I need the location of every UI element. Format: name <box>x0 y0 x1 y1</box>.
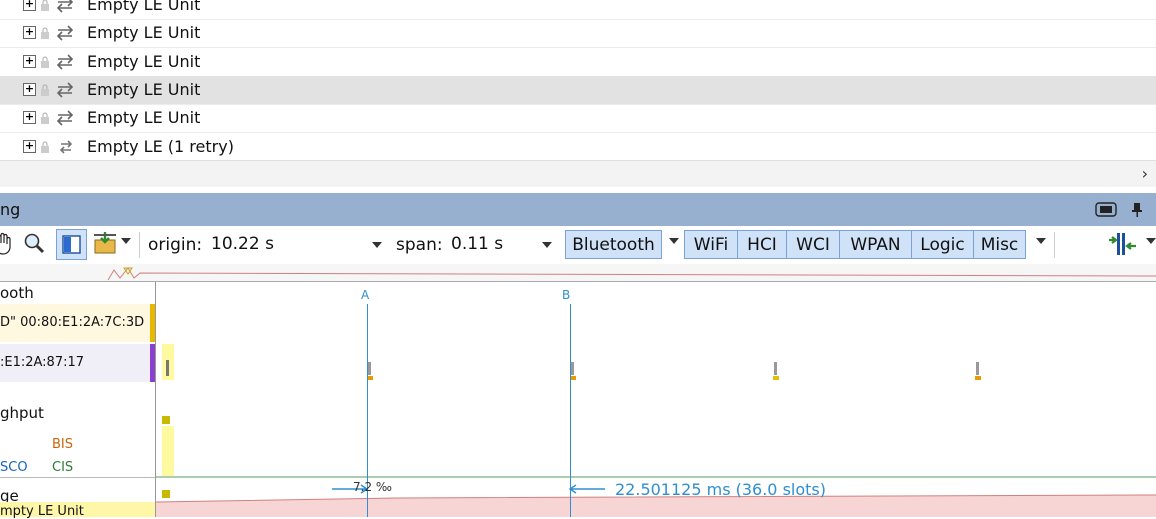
lane-label-throughput: ghput <box>0 404 44 422</box>
packet-row[interactable]: + Empty LE Unit <box>0 48 1156 77</box>
legend-cis: CIS <box>52 460 74 475</box>
insert-marker-dropdown-icon[interactable] <box>121 238 131 244</box>
packet-row-label: Empty LE (1 retry) <box>87 137 234 156</box>
exchange-icon <box>56 25 74 41</box>
expand-icon[interactable]: + <box>23 83 36 96</box>
origin-dropdown-icon[interactable] <box>372 242 382 248</box>
lane-label-device2: :E1:2A:87:17 <box>0 355 85 370</box>
exchange-icon <box>56 0 74 13</box>
timeline-panel-header: ng <box>0 193 1156 226</box>
expand-icon[interactable]: + <box>23 55 36 68</box>
timeline-toolbar: origin: 10.22 s span: 0.11 s Bluetooth W… <box>0 226 1156 265</box>
filter-wci-button[interactable]: WCI <box>786 230 840 259</box>
lane-device2[interactable]: :E1:2A:87:17 <box>0 344 155 382</box>
expand-icon[interactable]: + <box>23 26 36 39</box>
exchange-icon <box>56 110 74 126</box>
lock-icon <box>41 56 49 68</box>
packet-row[interactable]: + Empty LE Unit <box>0 104 1156 133</box>
lock-icon <box>41 27 49 39</box>
cursor-b-line[interactable] <box>570 304 571 517</box>
span-field[interactable]: 0.11 s <box>445 230 558 259</box>
expand-icon[interactable]: + <box>23 0 36 11</box>
lock-icon <box>41 112 49 124</box>
span-value: 0.11 s <box>451 234 504 254</box>
lane-labels: ooth D" 00:80:E1:2A:7C:3D :E1:2A:87:17 g… <box>0 282 156 519</box>
packet-row[interactable]: + Empty LE Unit <box>0 0 1156 20</box>
origin-label: origin: <box>148 235 203 255</box>
filter-misc-button[interactable]: Misc <box>973 230 1026 259</box>
packet-row-label: Empty LE Unit <box>87 108 201 127</box>
timeline-area[interactable]: A B 7.2 ‰ 22.501125 ms (36.0 slots) <box>156 282 1156 517</box>
fit-dropdown-icon[interactable] <box>1146 238 1156 244</box>
toolbar-divider <box>139 232 140 258</box>
maximize-icon[interactable] <box>1095 202 1117 217</box>
origin-value: 10.22 s <box>211 234 274 254</box>
panel-title: ng <box>0 200 21 219</box>
hand-pan-icon[interactable] <box>0 232 14 256</box>
filter-logic-button[interactable]: Logic <box>911 230 974 259</box>
measurement-annotation: 22.501125 ms (36.0 slots) <box>615 480 826 499</box>
cursor-b-label[interactable]: B <box>562 288 570 302</box>
lock-icon <box>41 84 49 96</box>
overview-graph <box>107 267 1156 281</box>
packet-row[interactable]: + Empty LE Unit <box>0 19 1156 48</box>
toolbar-divider <box>1054 232 1055 258</box>
expand-icon[interactable]: + <box>23 140 36 153</box>
lane-device2-marker <box>150 344 155 382</box>
packet-row-label: Empty LE Unit <box>87 80 201 99</box>
filter-bluetooth-button[interactable]: Bluetooth <box>565 230 662 259</box>
packet-row-label: Empty LE Unit <box>87 0 201 14</box>
misc-dropdown-icon[interactable] <box>1036 238 1046 244</box>
exchange-icon <box>56 82 74 98</box>
zoom-icon[interactable] <box>23 232 45 254</box>
filter-wpan-button[interactable]: WPAN <box>839 230 912 259</box>
lane-divider <box>0 477 155 478</box>
legend-bis: BIS <box>52 437 74 452</box>
packet-row-selected[interactable]: + Empty LE Unit <box>0 76 1156 105</box>
lock-icon <box>41 141 49 153</box>
lane-label-device1: D" 00:80:E1:2A:7C:3D <box>0 315 145 330</box>
split-view-icon <box>62 235 81 254</box>
lane-empty[interactable]: mpty LE Unit <box>0 502 155 519</box>
horizontal-scrollbar[interactable]: › <box>0 160 1156 187</box>
bluetooth-dropdown-icon[interactable] <box>669 238 679 244</box>
span-label: span: <box>396 235 443 255</box>
retry-exchange-icon <box>59 140 73 154</box>
split-view-button[interactable] <box>56 229 87 260</box>
annotation-left: 7.2 ‰ <box>353 480 392 494</box>
lock-icon <box>41 0 49 11</box>
lane-label-bluetooth: ooth <box>0 284 34 302</box>
legend-sco: SCO <box>0 460 28 475</box>
pin-icon[interactable] <box>1131 202 1143 217</box>
exchange-icon <box>56 54 74 70</box>
origin-field[interactable]: 10.22 s <box>205 230 388 259</box>
scroll-right-icon[interactable]: › <box>1142 164 1148 183</box>
lane-device1-marker <box>150 304 155 342</box>
overview-strip[interactable] <box>0 264 1156 282</box>
packet-row-label: Empty LE Unit <box>87 52 201 71</box>
fit-to-selection-icon[interactable] <box>1108 232 1138 256</box>
cursor-a-label[interactable]: A <box>361 288 369 302</box>
packet-row[interactable]: + Empty LE (1 retry) <box>0 133 1156 162</box>
lane-device1[interactable]: D" 00:80:E1:2A:7C:3D <box>0 304 155 342</box>
expand-icon[interactable]: + <box>23 111 36 124</box>
span-dropdown-icon[interactable] <box>542 242 552 248</box>
filter-wifi-button[interactable]: WiFi <box>684 230 738 259</box>
packet-row-label: Empty LE Unit <box>87 23 201 42</box>
insert-marker-icon[interactable] <box>93 231 117 257</box>
filter-hci-button[interactable]: HCI <box>737 230 787 259</box>
